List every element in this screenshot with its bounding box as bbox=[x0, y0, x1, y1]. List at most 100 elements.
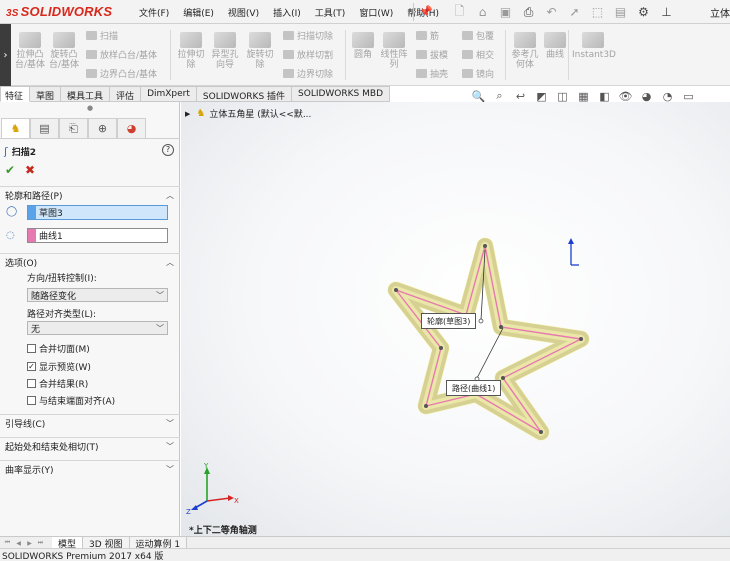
sweep-cut-button[interactable]: 扫描切除 bbox=[283, 29, 333, 42]
rib-button[interactable]: 筋 bbox=[416, 29, 439, 42]
menu-view[interactable]: 视图(V) bbox=[221, 0, 266, 24]
rib-icon bbox=[416, 31, 427, 40]
status-bar: SOLIDWORKS Premium 2017 x64 版 bbox=[0, 548, 730, 561]
wrap-label: 包覆 bbox=[476, 32, 495, 42]
alignment-dropdown[interactable]: 无 ﹀ bbox=[27, 321, 168, 335]
boss-revolve-label: 旋转凸 台/基体 bbox=[48, 50, 80, 70]
cancel-button[interactable]: ✖ bbox=[25, 163, 35, 177]
file-properties-icon[interactable]: ▤ bbox=[609, 2, 632, 22]
property-manager-tab[interactable]: ▤ bbox=[30, 118, 59, 138]
panel-grip-dot[interactable]: ● bbox=[87, 104, 93, 112]
profile-selection-field[interactable]: 草图3 bbox=[27, 205, 168, 220]
boss-revolve-button[interactable]: 旋转凸 台/基体 bbox=[45, 32, 83, 70]
help-icon[interactable]: ? bbox=[162, 144, 174, 156]
tab-addins[interactable]: SOLIDWORKS 插件 bbox=[196, 86, 293, 102]
sweep-feature-icon: ʃ bbox=[4, 144, 8, 158]
hole-wizard-button[interactable]: 异型孔 向导 bbox=[206, 32, 244, 70]
boss-extrude-button[interactable]: 拉伸凸 台/基体 bbox=[11, 32, 49, 70]
undo-icon[interactable]: ↶ bbox=[540, 2, 563, 22]
rebuild-icon[interactable]: ⬚ bbox=[586, 2, 609, 22]
new-document-icon[interactable]: 🗋 bbox=[448, 2, 471, 22]
menu-file[interactable]: 文件(F) bbox=[132, 0, 176, 24]
wrap-icon bbox=[462, 31, 473, 40]
chevron-down-icon: ﹀ bbox=[166, 419, 174, 428]
path-callout[interactable]: 路径(曲线1) bbox=[446, 380, 502, 396]
menu-tools[interactable]: 工具(T) bbox=[308, 0, 353, 24]
merge-tangent-faces-checkbox[interactable]: 合并切面(M) bbox=[27, 342, 90, 355]
triad-y-label: Y bbox=[203, 462, 209, 470]
shell-button[interactable]: 抽壳 bbox=[416, 67, 448, 80]
options-gear-icon[interactable]: ⚙ bbox=[632, 2, 655, 22]
linear-pattern-icon bbox=[383, 32, 405, 48]
prev-tab-icon[interactable]: ◀ bbox=[13, 538, 24, 548]
display-manager-tab[interactable]: ◕ bbox=[117, 118, 146, 138]
tab-features[interactable]: 特征 bbox=[0, 86, 31, 102]
tab-evaluate[interactable]: 评估 bbox=[110, 86, 142, 102]
next-tab-icon[interactable]: ▶ bbox=[24, 538, 35, 548]
section-curvature-display[interactable]: 曲率显示(Y) ﹀ bbox=[0, 460, 180, 478]
ribbon-collapse-handle[interactable]: › bbox=[0, 24, 11, 86]
tab-dimxpert[interactable]: DimXpert bbox=[141, 86, 197, 102]
last-tab-icon[interactable]: ⏭ bbox=[35, 538, 46, 548]
feature-manager-tab[interactable]: ♞ bbox=[1, 118, 30, 138]
reference-triad-icon[interactable]: ⊥ bbox=[655, 2, 678, 22]
path-selection-icon: ◌ bbox=[6, 230, 15, 241]
tab-mbd[interactable]: SOLIDWORKS MBD bbox=[292, 86, 390, 102]
orientation-label: 方向/扭转控制(I): bbox=[27, 274, 97, 284]
align-end-faces-checkbox[interactable]: 与结束端面对齐(A) bbox=[27, 394, 115, 407]
graphics-area[interactable]: ▶ ♞ 立体五角星 (默认<<默... Y X Z 轮廓(草图3) 路径(曲线1… bbox=[181, 102, 730, 536]
intersect-button[interactable]: 相交 bbox=[462, 48, 494, 61]
instant3d-button[interactable]: Instant3D bbox=[572, 32, 616, 60]
orientation-dropdown[interactable]: 随路径变化 ﹀ bbox=[27, 288, 168, 302]
section-profile-path-label: 轮廓和路径(P) bbox=[5, 192, 63, 202]
print-icon[interactable]: ⎙ bbox=[517, 2, 540, 22]
loft-cut-button[interactable]: 放样切割 bbox=[283, 48, 333, 61]
draft-label: 拔模 bbox=[430, 51, 449, 61]
save-icon[interactable]: ▣ bbox=[494, 2, 517, 22]
mirror-button[interactable]: 镜向 bbox=[462, 67, 494, 80]
triad-z-label: Z bbox=[186, 508, 191, 516]
first-tab-icon[interactable]: ⏮ bbox=[2, 538, 13, 548]
section-guide-curves[interactable]: 引导线(C) ﹀ bbox=[0, 414, 180, 432]
menu-insert[interactable]: 插入(I) bbox=[266, 0, 308, 24]
chevron-down-icon: ﹀ bbox=[166, 465, 174, 474]
vertex-dot bbox=[439, 346, 443, 350]
tab-mold-tools[interactable]: 模具工具 bbox=[61, 86, 111, 102]
logo-text: SOLIDWORKS bbox=[20, 4, 113, 19]
open-icon[interactable]: ⌂ bbox=[471, 2, 494, 22]
cut-revolve-button[interactable]: 旋转切 除 bbox=[241, 32, 279, 70]
sweep-cut-icon bbox=[283, 31, 294, 40]
section-profile-path[interactable]: 轮廓和路径(P) ︿ bbox=[0, 186, 180, 204]
wrap-button[interactable]: 包覆 bbox=[462, 29, 494, 42]
dimxpert-manager-tab[interactable]: ⊕ bbox=[88, 118, 117, 138]
menu-edit[interactable]: 编辑(E) bbox=[176, 0, 221, 24]
solidworks-logo[interactable]: 3S SOLIDWORKS bbox=[6, 4, 112, 19]
triad-x-label: X bbox=[234, 497, 239, 505]
section-options[interactable]: 选项(O) ︿ bbox=[0, 253, 180, 271]
boundary-cut-label: 边界切除 bbox=[297, 70, 334, 80]
show-preview-checkbox[interactable]: ✓ 显示预览(W) bbox=[27, 360, 91, 373]
section-start-end-tangency[interactable]: 起始处和结束处相切(T) ﹀ bbox=[0, 437, 180, 455]
boundary-label: 边界凸台/基体 bbox=[100, 70, 158, 80]
profile-callout[interactable]: 轮廓(草图3) bbox=[421, 313, 477, 329]
path-selection-field[interactable]: 曲线1 bbox=[27, 228, 168, 243]
draft-button[interactable]: 拔模 bbox=[416, 48, 448, 61]
cut-extrude-button[interactable]: 拉伸切 除 bbox=[172, 32, 210, 70]
ok-button[interactable]: ✔ bbox=[5, 163, 15, 177]
sweep-button[interactable]: 扫描 bbox=[86, 29, 118, 42]
loft-button[interactable]: 放样凸台/基体 bbox=[86, 48, 157, 61]
tab-sketch[interactable]: 草图 bbox=[30, 86, 62, 102]
command-manager-ribbon: › 拉伸凸 台/基体 旋转凸 台/基体 扫描 放样凸台/基体 边界凸台/基体 拉… bbox=[0, 24, 730, 86]
linear-pattern-button[interactable]: 线性阵 列 bbox=[375, 32, 413, 70]
display-manager-icon: ◕ bbox=[126, 122, 137, 135]
vertex-dot bbox=[539, 430, 543, 434]
property-manager-panel: ● ♞ ▤ ⎗ ⊕ ◕ ʃ 扫描2 ? ✔ ✖ 轮廓和路径(P) ︿ ◯ 草图3… bbox=[0, 102, 180, 536]
boundary-cut-button[interactable]: 边界切除 bbox=[283, 67, 333, 80]
menu-window[interactable]: 窗口(W) bbox=[352, 0, 400, 24]
boundary-boss-button[interactable]: 边界凸台/基体 bbox=[86, 67, 157, 80]
configuration-manager-tab[interactable]: ⎗ bbox=[59, 118, 88, 138]
select-icon[interactable]: ➚ bbox=[563, 2, 586, 22]
instant3d-label: Instant3D bbox=[572, 50, 616, 60]
merge-result-checkbox[interactable]: 合并结果(R) bbox=[27, 377, 88, 390]
pin-menu-icon[interactable]: 📌 bbox=[419, 5, 433, 18]
